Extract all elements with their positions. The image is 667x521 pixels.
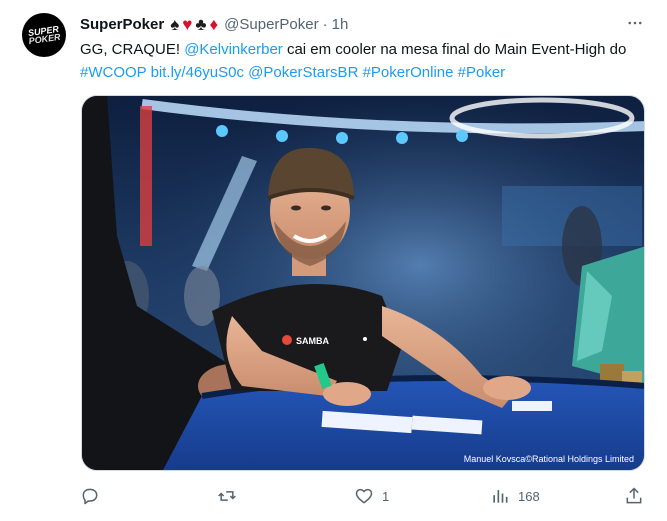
- mention-pokerstarsbr[interactable]: @PokerStarsBR: [248, 64, 358, 81]
- views-button[interactable]: 168: [490, 484, 540, 508]
- avatar[interactable]: SUPER POKER: [22, 13, 66, 57]
- heart-icon: [355, 488, 373, 504]
- hashtag-pokeronline[interactable]: #PokerOnline: [363, 64, 454, 81]
- suits-emoji: ♠ ♥ ♣ ♦: [170, 16, 218, 33]
- tweet-text: GG, CRAQUE! @Kelvinkerber cai em cooler …: [80, 41, 627, 81]
- separator-dot: ·: [322, 15, 328, 33]
- photo-credit: Manuel Kovsca©Rational Holdings Limited: [463, 454, 634, 464]
- spade-icon: ♠: [170, 14, 180, 34]
- heart-suit-icon: ♥: [182, 14, 193, 34]
- diamond-icon: ♦: [209, 14, 219, 34]
- tweet[interactable]: SUPER POKER SuperPoker ♠ ♥ ♣ ♦ @SuperPok…: [0, 0, 667, 521]
- like-count: 1: [382, 488, 390, 504]
- reply-icon: [82, 488, 98, 505]
- hashtag-wcoop[interactable]: #WCOOP: [80, 64, 146, 81]
- retweet-button[interactable]: [217, 484, 245, 508]
- timestamp[interactable]: 1h: [332, 16, 349, 33]
- share-icon: [626, 487, 642, 504]
- tweet-photo[interactable]: SAMBA Manuel Kovsca©Rational Holdings Li…: [81, 95, 645, 471]
- club-icon: ♣: [195, 14, 207, 34]
- views-count: 168: [518, 488, 540, 504]
- views-icon: [493, 490, 508, 503]
- user-handle[interactable]: @SuperPoker: [224, 16, 318, 33]
- like-button[interactable]: 1: [354, 484, 389, 508]
- share-button[interactable]: [624, 484, 644, 508]
- superpoker-logo: SUPER POKER: [27, 23, 62, 47]
- tweet-header: SuperPoker ♠ ♥ ♣ ♦ @SuperPoker · 1h: [80, 14, 348, 34]
- reply-button[interactable]: [80, 484, 108, 508]
- more-icon: [628, 21, 642, 25]
- action-bar: 1 168: [80, 484, 646, 508]
- more-button[interactable]: [624, 12, 646, 34]
- hashtag-poker[interactable]: #Poker: [458, 64, 506, 81]
- poker-player-photo: SAMBA: [82, 96, 644, 470]
- display-name[interactable]: SuperPoker: [80, 16, 164, 33]
- shirt-logo-text: SAMBA: [296, 336, 329, 346]
- mention-link[interactable]: @Kelvinkerber: [184, 41, 283, 58]
- retweet-icon: [218, 491, 236, 501]
- url-link[interactable]: bit.ly/46yuS0c: [151, 64, 244, 81]
